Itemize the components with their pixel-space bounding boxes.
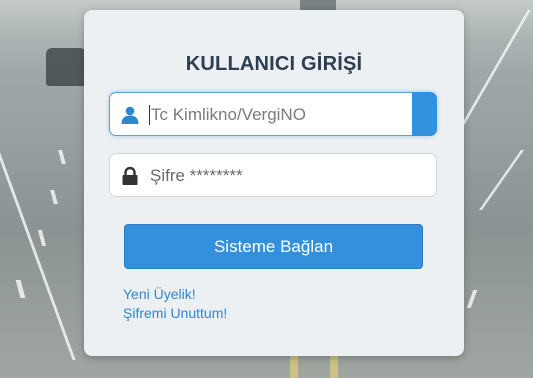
- background-car: [46, 48, 86, 86]
- username-addon: [412, 92, 437, 136]
- login-button[interactable]: Sisteme Bağlan: [124, 224, 423, 269]
- page-title: KULLANICI GİRİŞİ: [185, 53, 363, 75]
- username-field[interactable]: Tc Kimlikno/VergiNO: [109, 92, 437, 136]
- user-icon: [120, 105, 140, 125]
- forgot-password-link[interactable]: Şifremi Unuttum!: [123, 305, 227, 321]
- password-field[interactable]: Şifre ********: [109, 153, 437, 197]
- register-link[interactable]: Yeni Üyelik!: [123, 286, 196, 302]
- username-placeholder: Tc Kimlikno/VergiNO: [149, 105, 306, 125]
- lock-icon: [120, 166, 140, 186]
- login-panel: KULLANICI GİRİŞİ Tc Kimlikno/VergiNO Şif…: [84, 10, 464, 356]
- password-placeholder: Şifre ********: [150, 166, 243, 185]
